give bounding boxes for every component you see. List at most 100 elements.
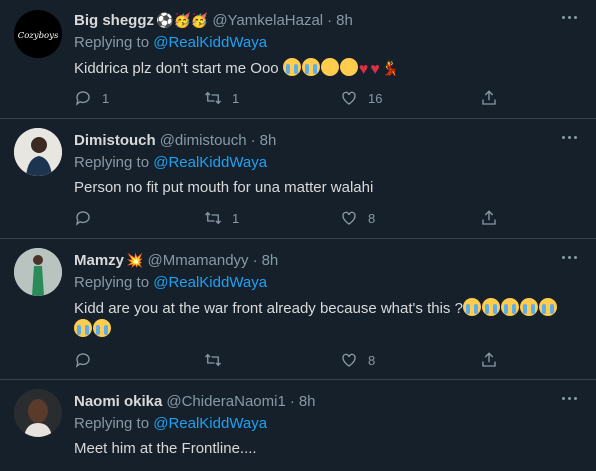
name-emoji: 💥 (126, 251, 144, 268)
like-count: 8 (368, 352, 376, 368)
like-icon (342, 91, 356, 105)
timestamp[interactable]: 8h (262, 252, 279, 269)
retweet-count: 1 (232, 210, 240, 226)
name-emoji: ⚽🥳🥳 (156, 11, 209, 28)
like-count: 8 (368, 210, 376, 226)
avatar[interactable] (14, 389, 62, 437)
tears-of-joy-emoji-icon (462, 298, 481, 316)
replying-label: Replying to (74, 34, 154, 51)
dancer-emoji-icon: 💃 (381, 60, 400, 76)
share-button[interactable] (480, 350, 498, 370)
tweet-text: Kidd are you at the war front already be… (74, 298, 574, 340)
retweet-button[interactable]: 1 (204, 208, 239, 228)
reply-icon (75, 91, 90, 106)
separator-dot: · (289, 392, 295, 410)
reply-button[interactable]: 1 (74, 88, 109, 108)
separator-dot: · (327, 11, 333, 29)
user-handle[interactable]: @ChideraNaomi1 (166, 393, 285, 410)
tweet-actions: 1 1 16 (74, 88, 514, 108)
like-button[interactable]: 8 (340, 208, 375, 228)
more-icon[interactable] (562, 132, 582, 142)
tears-of-joy-emoji-icon (481, 298, 500, 316)
tweet-header: Naomi okika @ChideraNaomi1 · 8h (74, 391, 316, 411)
more-icon[interactable] (562, 393, 582, 403)
share-icon (482, 210, 496, 225)
tweet-header: Dimistouch @dimistouch · 8h (74, 130, 276, 150)
share-icon (482, 90, 496, 105)
tweet-text-content: Kidd are you at the war front already be… (74, 300, 463, 317)
separator-dot: · (250, 131, 256, 149)
crying-emoji-icon (282, 58, 301, 76)
replying-to: Replying to @RealKiddWaya (74, 415, 267, 432)
timestamp[interactable]: 8h (260, 132, 277, 149)
heart-emoji-icon: ♥ (370, 61, 380, 78)
retweet-icon (205, 211, 221, 225)
mention-link[interactable]: @RealKiddWaya (153, 34, 267, 51)
share-icon (482, 352, 496, 367)
mention-link[interactable]: @RealKiddWaya (153, 415, 267, 432)
replying-to: Replying to @RealKiddWaya (74, 34, 267, 51)
timestamp[interactable]: 8h (336, 12, 353, 29)
tweet-text: Kiddrica plz don't start me Ooo ♥ ♥ 💃 (74, 58, 574, 80)
tweet-actions: 8 (74, 350, 514, 370)
mention-link[interactable]: @RealKiddWaya (153, 154, 267, 171)
crying-emoji-icon (301, 58, 320, 76)
separator-dot: · (252, 251, 258, 269)
tweet[interactable]: Cozyboys Big sheggz ⚽🥳🥳 @YamkelaHazal · … (0, 0, 596, 119)
display-name[interactable]: Naomi okika (74, 393, 162, 410)
tweet-header: Big sheggz ⚽🥳🥳 @YamkelaHazal · 8h (74, 10, 353, 30)
user-handle[interactable]: @YamkelaHazal (212, 12, 323, 29)
replying-label: Replying to (74, 415, 154, 432)
display-name[interactable]: Dimistouch (74, 132, 156, 149)
retweet-button[interactable]: 1 (204, 88, 239, 108)
avatar-logo-text: Cozyboys (18, 31, 59, 41)
tweet-text-content: Person no fit put mouth for una matter w… (74, 179, 374, 196)
user-handle[interactable]: @Mmamandyy (147, 252, 248, 269)
like-icon (342, 211, 356, 225)
retweet-icon (205, 91, 221, 105)
share-button[interactable] (480, 208, 498, 228)
like-icon (342, 353, 356, 367)
retweet-count: 1 (232, 90, 240, 106)
reply-button[interactable] (74, 350, 102, 370)
reply-icon (75, 353, 90, 368)
avatar[interactable] (14, 248, 62, 296)
more-icon[interactable] (562, 252, 582, 262)
tears-of-joy-emoji-icon (500, 298, 519, 316)
tweet[interactable]: Dimistouch @dimistouch · 8h Replying to … (0, 120, 596, 239)
retweet-button[interactable] (204, 350, 232, 370)
tweet-text: Meet him at the Frontline.... (74, 439, 574, 459)
timestamp[interactable]: 8h (299, 393, 316, 410)
reply-button[interactable] (74, 208, 102, 228)
smiling-emoji-icon (339, 58, 358, 76)
replying-to: Replying to @RealKiddWaya (74, 154, 267, 171)
avatar[interactable]: Cozyboys (14, 10, 62, 58)
crying-emoji-icon (74, 319, 92, 337)
tweet[interactable]: Mamzy 💥 @Mmamandyy · 8h Replying to @Rea… (0, 240, 596, 380)
tweet-actions: 1 8 (74, 208, 514, 228)
mention-link[interactable]: @RealKiddWaya (153, 274, 267, 291)
share-button[interactable] (480, 88, 498, 108)
like-button[interactable]: 16 (340, 88, 382, 108)
crying-emoji-icon (538, 298, 557, 316)
replying-to: Replying to @RealKiddWaya (74, 274, 267, 291)
like-button[interactable]: 8 (340, 350, 375, 370)
tweet-text-content: Meet him at the Frontline.... (74, 440, 257, 457)
tweet-text-content: Kiddrica plz don't start me Ooo (74, 60, 279, 77)
avatar[interactable] (14, 128, 62, 176)
replying-label: Replying to (74, 154, 154, 171)
reply-count: 1 (102, 90, 110, 106)
heart-emoji-icon: ♥ (358, 61, 369, 78)
user-handle[interactable]: @dimistouch (160, 132, 247, 149)
more-icon[interactable] (562, 12, 582, 22)
retweet-icon (205, 353, 221, 367)
like-count: 16 (368, 90, 383, 106)
tweet-header: Mamzy 💥 @Mmamandyy · 8h (74, 250, 278, 270)
tweet-text: Person no fit put mouth for una matter w… (74, 178, 574, 198)
crying-emoji-icon (93, 319, 111, 337)
display-name[interactable]: Mamzy (74, 252, 124, 269)
tweet[interactable]: Naomi okika @ChideraNaomi1 · 8h Replying… (0, 381, 596, 471)
reply-icon (75, 211, 90, 226)
display-name[interactable]: Big sheggz (74, 12, 154, 29)
smiling-emoji-icon (320, 58, 339, 76)
